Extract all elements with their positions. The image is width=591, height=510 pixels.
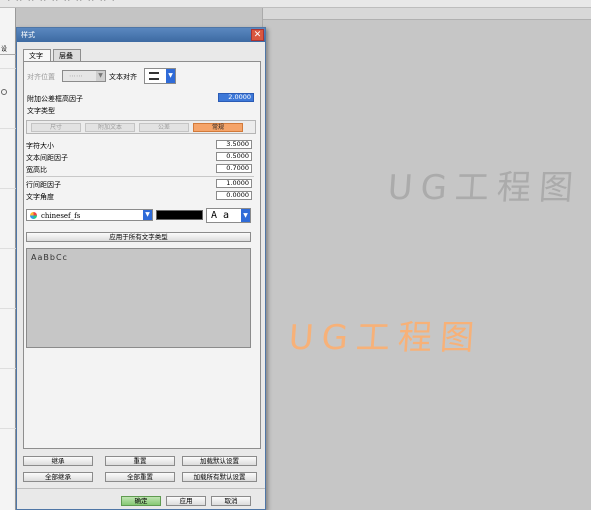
char-size-label: 字符大小 [26, 142, 54, 150]
type-dimension-button[interactable]: 尺寸 [31, 123, 81, 132]
note-gray-text[interactable]: UG工程图 [386, 160, 583, 209]
font-name: chinesef_fs [41, 212, 81, 220]
note-orange-text[interactable]: UG工程图 [287, 310, 484, 359]
canvas-ruler [263, 8, 591, 20]
dialog-titlebar[interactable]: 样式 ✕ [17, 28, 265, 42]
row-divider [0, 308, 16, 309]
top-toolbar-strip: ⌒⌒⌒⌒⌒⌒⌒⌒⌒ [0, 0, 591, 8]
ok-button[interactable]: 确定 [121, 496, 161, 506]
row-divider [0, 68, 16, 69]
chevron-down-icon[interactable]: ▼ [166, 69, 175, 83]
tab-stacking[interactable]: 层叠 [53, 49, 81, 61]
inherit-button[interactable]: 继承 [23, 456, 93, 466]
apply-all-text-types-button[interactable]: 应用于所有文字类型 [26, 232, 251, 242]
align-position-value: ⋯⋯ [69, 72, 83, 80]
inherit-all-button[interactable]: 全部继承 [23, 472, 93, 482]
font-icon [30, 212, 37, 219]
load-all-default-button[interactable]: 加载所有默认设置 [182, 472, 257, 482]
chevron-down-icon: ▼ [96, 71, 105, 81]
type-appended-text-button[interactable]: 附加文本 [85, 123, 135, 132]
text-preview-box: AaBbCc [26, 248, 251, 348]
chevron-down-icon[interactable]: ▼ [241, 209, 250, 222]
separator [26, 176, 254, 177]
toolbar-remnant: ⌒⌒⌒⌒⌒⌒⌒⌒⌒ [8, 0, 116, 8]
row-divider [0, 428, 16, 429]
row-divider [0, 248, 16, 249]
align-position-label: 对齐位置 [27, 73, 55, 81]
drawing-canvas[interactable] [262, 8, 591, 510]
type-general-button[interactable]: 常规 [193, 123, 243, 132]
font-style-select[interactable]: A a ▼ [206, 208, 251, 223]
row-divider [0, 368, 16, 369]
part-navigator-panel: 设 [0, 8, 16, 510]
font-style-value: A a [211, 210, 230, 221]
left-panel-radio[interactable] [1, 89, 7, 95]
aspect-ratio-field[interactable]: 0.7000 [216, 164, 252, 173]
tolerance-factor-label: 附加公差框高因子 [27, 95, 83, 103]
tolerance-factor-field[interactable]: 2.0000 [218, 93, 254, 102]
align-position-select: ⋯⋯ ▼ [62, 70, 106, 82]
preview-text: AaBbCc [31, 253, 68, 262]
chevron-down-icon[interactable]: ▼ [143, 210, 152, 220]
line-gap-label: 行间距因子 [26, 181, 61, 189]
type-tolerance-button[interactable]: 公差 [139, 123, 189, 132]
load-default-button[interactable]: 加载默认设置 [182, 456, 257, 466]
color-swatch[interactable] [156, 210, 203, 220]
line-gap-field[interactable]: 1.0000 [216, 179, 252, 188]
aspect-ratio-label: 宽高比 [26, 166, 47, 174]
footer-separator [17, 488, 265, 489]
text-gap-label: 文本间距因子 [26, 154, 68, 162]
text-angle-field[interactable]: 0.0000 [216, 191, 252, 200]
text-angle-label: 文字角度 [26, 193, 54, 201]
text-align-select[interactable]: ▼ [144, 68, 176, 84]
align-lines-icon [149, 72, 159, 80]
close-icon[interactable]: ✕ [251, 29, 264, 41]
apply-button[interactable]: 应用 [166, 496, 206, 506]
row-divider [0, 188, 16, 189]
reset-all-button[interactable]: 全部重置 [105, 472, 175, 482]
row-divider [0, 128, 16, 129]
style-dialog: 样式 ✕ 文字 层叠 对齐位置 ⋯⋯ ▼ 文本对齐 ▼ 附加公差框高因子 2.0… [16, 27, 266, 510]
cancel-button[interactable]: 取消 [211, 496, 251, 506]
left-panel-tab[interactable]: 设 [0, 44, 16, 55]
text-gap-field[interactable]: 0.5000 [216, 152, 252, 161]
text-type-group: 尺寸 附加文本 公差 常规 [26, 120, 256, 134]
dialog-title: 样式 [21, 31, 35, 39]
font-select[interactable]: chinesef_fs ▼ [26, 209, 153, 221]
reset-button[interactable]: 重置 [105, 456, 175, 466]
char-size-field[interactable]: 3.5000 [216, 140, 252, 149]
text-align-label: 文本对齐 [109, 73, 137, 81]
text-type-label: 文字类型 [27, 107, 55, 115]
